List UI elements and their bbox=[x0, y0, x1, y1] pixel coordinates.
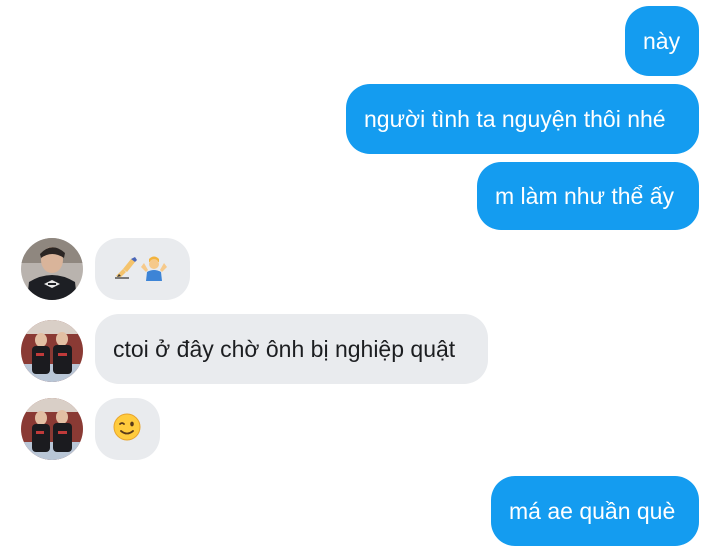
writing-hand-icon bbox=[113, 254, 139, 284]
message-bubble-outgoing[interactable]: m làm như thể ấy bbox=[477, 162, 699, 230]
message-bubble-outgoing[interactable]: này bbox=[625, 6, 699, 76]
message-text: má ae quần què bbox=[509, 497, 676, 524]
message-bubble-incoming[interactable] bbox=[95, 238, 190, 300]
message-bubble-incoming[interactable]: ctoi ở đây chờ ônh bị nghiệp quật bbox=[95, 314, 488, 384]
message-text: m làm như thể ấy bbox=[495, 182, 675, 209]
avatar[interactable] bbox=[21, 398, 83, 460]
message-bubble-incoming[interactable] bbox=[95, 398, 160, 460]
winking-face-icon bbox=[112, 412, 142, 446]
message-text: người tình ta nguyện thôi nhé bbox=[364, 105, 666, 132]
message-bubble-outgoing[interactable]: má ae quần què bbox=[491, 476, 699, 546]
person-shrugging-icon bbox=[140, 253, 168, 285]
message-bubble-outgoing[interactable]: người tình ta nguyện thôi nhé bbox=[346, 84, 699, 154]
avatar[interactable] bbox=[21, 238, 83, 300]
message-text: ctoi ở đây chờ ônh bị nghiệp quật bbox=[113, 335, 456, 362]
avatar[interactable] bbox=[21, 320, 83, 382]
message-text: này bbox=[643, 27, 681, 54]
